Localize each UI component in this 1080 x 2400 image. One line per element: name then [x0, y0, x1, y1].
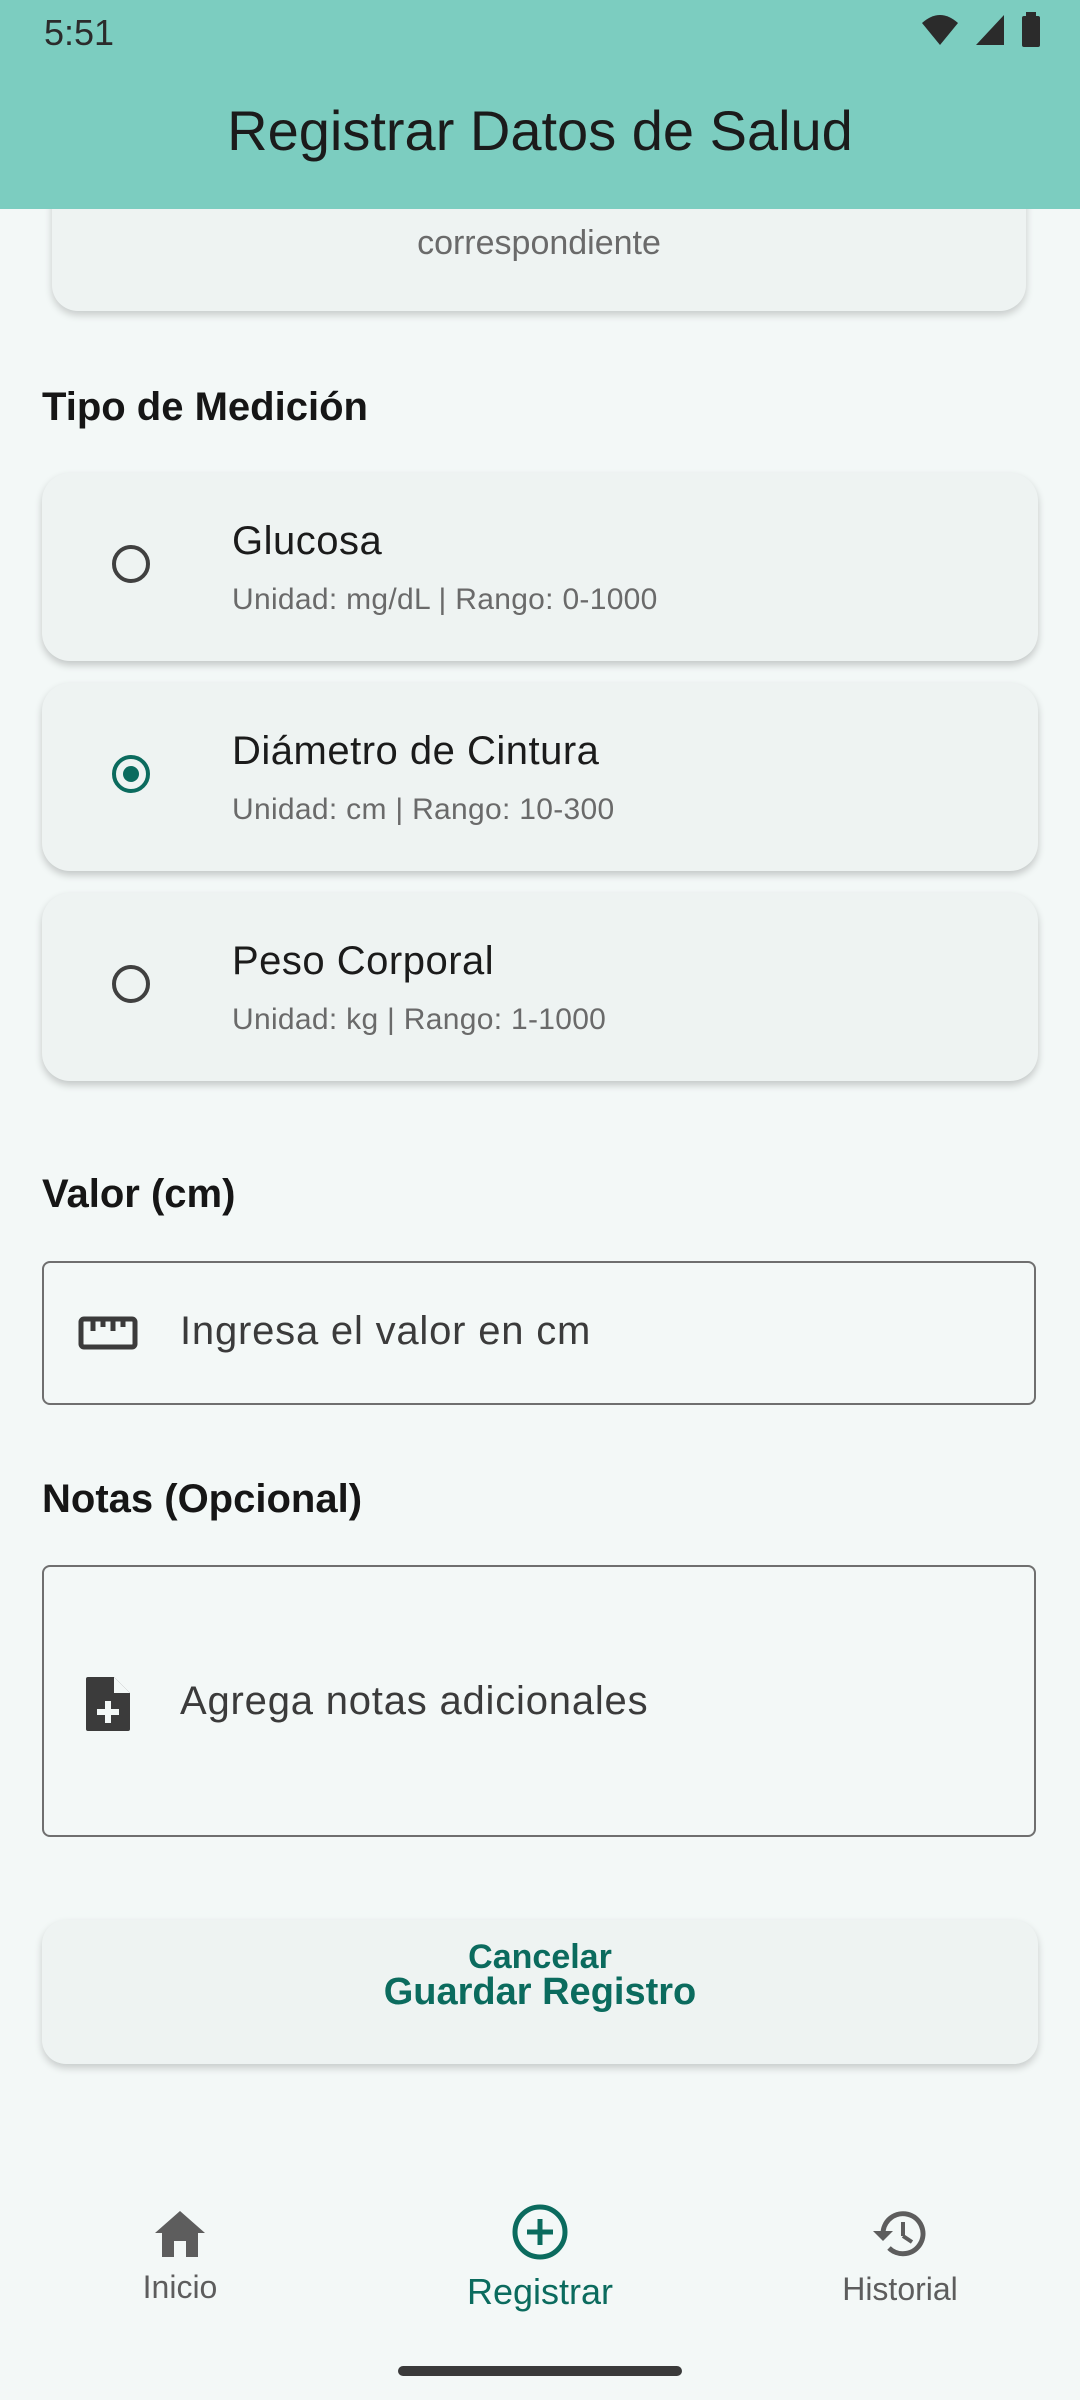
note-add-icon	[86, 1677, 130, 1731]
measurement-type-label: Tipo de Medición	[42, 385, 368, 429]
nav-item-inicio[interactable]: Inicio	[50, 2209, 310, 2306]
nav-label-inicio: Inicio	[142, 2269, 218, 2305]
notes-placeholder: Agrega notas adicionales	[180, 1679, 649, 1723]
option-name: Diámetro de Cintura	[232, 729, 600, 773]
status-time: 5:51	[44, 12, 115, 53]
home-icon	[155, 2211, 205, 2257]
page-title: Registrar Datos de Salud	[227, 99, 853, 162]
option-diametro-cintura[interactable]: Diámetro de Cintura Unidad: cm | Rango: …	[42, 683, 1038, 871]
notes-label: Notas (Opcional)	[42, 1477, 363, 1521]
option-detail: Unidad: cm | Rango: 10-300	[232, 793, 615, 826]
radio-glucosa[interactable]	[112, 545, 150, 583]
option-detail: Unidad: kg | Rango: 1-1000	[232, 1003, 607, 1036]
signal-icon	[976, 15, 1004, 45]
option-detail: Unidad: mg/dL | Rango: 0-1000	[232, 583, 658, 616]
app-bar: 5:51 Registrar Datos de Salud	[0, 0, 1080, 209]
status-icons	[920, 10, 1042, 50]
nav-item-historial[interactable]: Historial	[770, 2207, 1030, 2308]
option-glucosa[interactable]: Glucosa Unidad: mg/dL | Rango: 0-1000	[42, 473, 1038, 661]
option-peso-corporal[interactable]: Peso Corporal Unidad: kg | Rango: 1-1000	[42, 893, 1038, 1081]
cancel-button[interactable]: Cancelar	[0, 1938, 1080, 1977]
radio-diametro-cintura[interactable]	[112, 755, 150, 793]
ruler-icon	[78, 1316, 138, 1350]
notes-input[interactable]: Agrega notas adicionales	[42, 1565, 1036, 1837]
nav-item-registrar[interactable]: Registrar	[410, 2203, 670, 2313]
nav-label-registrar: Registrar	[466, 2271, 614, 2312]
info-card: correspondiente	[52, 209, 1026, 311]
add-circle-icon	[512, 2204, 568, 2260]
nav-label-historial: Historial	[842, 2271, 958, 2307]
wifi-icon	[922, 15, 958, 45]
radio-peso-corporal[interactable]	[112, 965, 150, 1003]
history-icon	[873, 2211, 926, 2257]
value-label: Valor (cm)	[42, 1172, 236, 1216]
home-indicator[interactable]	[398, 2366, 682, 2376]
option-name: Peso Corporal	[232, 939, 495, 983]
form-scroll-area[interactable]: correspondiente Tipo de Medición Glucosa…	[0, 209, 1080, 2179]
info-card-text: correspondiente	[417, 224, 661, 262]
value-input[interactable]: Ingresa el valor en cm	[42, 1261, 1036, 1405]
value-placeholder: Ingresa el valor en cm	[180, 1309, 592, 1353]
option-name: Glucosa	[232, 519, 383, 563]
battery-icon	[1022, 12, 1040, 47]
